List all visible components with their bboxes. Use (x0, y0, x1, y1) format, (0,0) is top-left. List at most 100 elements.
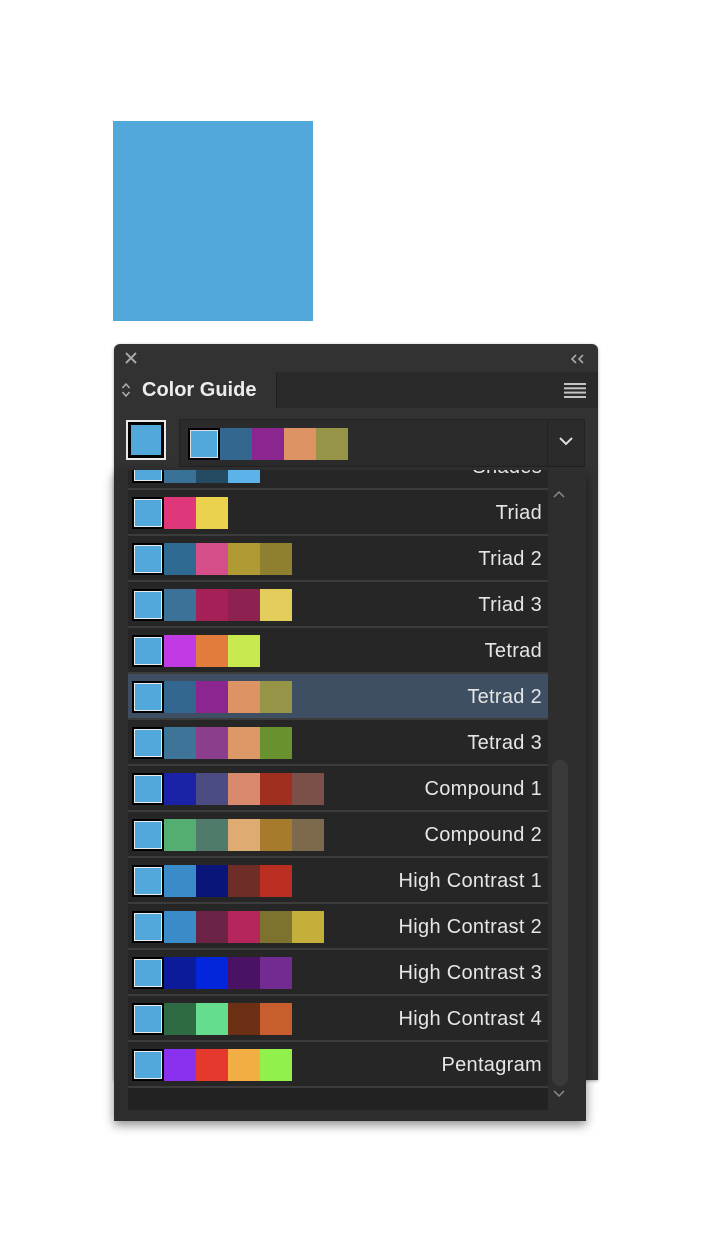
color-swatch[interactable] (164, 635, 196, 667)
color-swatch[interactable] (196, 957, 228, 989)
base-color-swatch[interactable] (126, 420, 166, 460)
harmony-rule-item[interactable]: Triad 3 (128, 582, 548, 628)
harmony-rule-item[interactable]: High Contrast 1 (128, 858, 548, 904)
color-swatch[interactable] (228, 957, 260, 989)
color-swatch[interactable] (196, 543, 228, 575)
harmony-rule-item[interactable]: High Contrast 3 (128, 950, 548, 996)
harmony-rule-item[interactable]: Triad 2 (128, 536, 548, 582)
color-swatch[interactable] (260, 681, 292, 713)
harmony-dropdown-button[interactable] (547, 420, 584, 466)
scrollbar-thumb[interactable] (552, 760, 568, 1086)
color-swatch[interactable] (164, 911, 196, 943)
color-swatch[interactable] (228, 635, 260, 667)
color-swatch[interactable] (228, 543, 260, 575)
base-color-swatch[interactable] (132, 543, 164, 575)
color-swatch[interactable] (196, 819, 228, 851)
hamburger-menu-icon[interactable] (564, 383, 586, 398)
color-swatch[interactable] (260, 589, 292, 621)
base-color-swatch[interactable] (132, 1003, 164, 1035)
color-swatch[interactable] (164, 1049, 196, 1081)
color-swatch[interactable] (260, 543, 292, 575)
color-swatch[interactable] (228, 470, 260, 483)
harmony-rule-item[interactable]: Triad (128, 490, 548, 536)
base-color-swatch[interactable] (132, 727, 164, 759)
scrollbar[interactable] (550, 482, 568, 1104)
color-swatch[interactable] (292, 819, 324, 851)
color-swatch[interactable] (292, 773, 324, 805)
color-swatch[interactable] (228, 911, 260, 943)
color-swatch[interactable] (196, 911, 228, 943)
base-color-swatch[interactable] (132, 589, 164, 621)
base-color-swatch[interactable] (132, 681, 164, 713)
harmony-rule-item[interactable]: Tetrad 2 (128, 674, 548, 720)
color-swatch[interactable] (284, 428, 316, 460)
double-chevron-left-icon[interactable] (570, 353, 586, 365)
color-swatch[interactable] (228, 1049, 260, 1081)
color-swatch[interactable] (228, 865, 260, 897)
color-swatch[interactable] (260, 773, 292, 805)
color-swatch[interactable] (220, 428, 252, 460)
color-swatch[interactable] (292, 911, 324, 943)
color-swatch[interactable] (252, 428, 284, 460)
color-swatch[interactable] (196, 589, 228, 621)
base-color-swatch[interactable] (132, 911, 164, 943)
color-swatch[interactable] (228, 727, 260, 759)
color-swatch[interactable] (260, 819, 292, 851)
color-swatch[interactable] (164, 1003, 196, 1035)
base-color-swatch[interactable] (132, 957, 164, 989)
color-swatch[interactable] (228, 589, 260, 621)
base-color-swatch[interactable] (132, 819, 164, 851)
base-color-swatch[interactable] (132, 1049, 164, 1081)
color-swatch[interactable] (196, 681, 228, 713)
color-swatch[interactable] (260, 911, 292, 943)
harmony-rule-item[interactable]: Compound 1 (128, 766, 548, 812)
close-icon[interactable] (124, 351, 138, 365)
color-swatch[interactable] (164, 543, 196, 575)
harmony-rule-item[interactable]: Tetrad 3 (128, 720, 548, 766)
color-swatch[interactable] (260, 1049, 292, 1081)
harmony-rule-item[interactable]: High Contrast 4 (128, 996, 548, 1042)
color-swatch[interactable] (196, 865, 228, 897)
harmony-rule-selector[interactable] (179, 419, 585, 467)
color-swatch[interactable] (164, 681, 196, 713)
color-swatch[interactable] (164, 497, 196, 529)
color-swatch[interactable] (260, 1003, 292, 1035)
color-swatch[interactable] (164, 727, 196, 759)
color-swatch[interactable] (196, 497, 228, 529)
color-swatch[interactable] (196, 727, 228, 759)
color-swatch[interactable] (164, 957, 196, 989)
harmony-rule-item[interactable]: Shades (128, 470, 548, 490)
color-swatch[interactable] (196, 1049, 228, 1081)
color-swatch[interactable] (260, 865, 292, 897)
color-swatch[interactable] (196, 773, 228, 805)
harmony-rule-item[interactable]: Pentagram (128, 1042, 548, 1088)
harmony-rule-item[interactable]: Tetrad (128, 628, 548, 674)
color-swatch[interactable] (164, 865, 196, 897)
color-swatch[interactable] (196, 635, 228, 667)
color-swatch[interactable] (196, 1003, 228, 1035)
color-swatch[interactable] (260, 957, 292, 989)
color-swatch[interactable] (228, 681, 260, 713)
color-swatch[interactable] (228, 773, 260, 805)
base-color-swatch[interactable] (132, 865, 164, 897)
color-swatch[interactable] (228, 819, 260, 851)
base-color-swatch[interactable] (132, 635, 164, 667)
scroll-down-icon[interactable] (553, 1090, 565, 1098)
scroll-up-icon[interactable] (553, 490, 565, 498)
base-color-swatch[interactable] (132, 773, 164, 805)
tab-color-guide[interactable]: Color Guide (114, 372, 277, 408)
color-swatch[interactable] (196, 470, 228, 483)
color-swatch[interactable] (260, 727, 292, 759)
base-color-swatch[interactable] (188, 428, 220, 460)
color-swatch[interactable] (164, 819, 196, 851)
harmony-rule-item[interactable]: High Contrast 2 (128, 904, 548, 950)
base-color-swatch[interactable] (132, 497, 164, 529)
selected-color-square[interactable] (113, 121, 313, 321)
color-swatch[interactable] (316, 428, 348, 460)
harmony-rule-item[interactable]: Compound 2 (128, 812, 548, 858)
color-swatch[interactable] (164, 589, 196, 621)
color-swatch[interactable] (228, 1003, 260, 1035)
base-color-swatch[interactable] (132, 470, 164, 483)
color-swatch[interactable] (164, 470, 196, 483)
color-swatch[interactable] (164, 773, 196, 805)
